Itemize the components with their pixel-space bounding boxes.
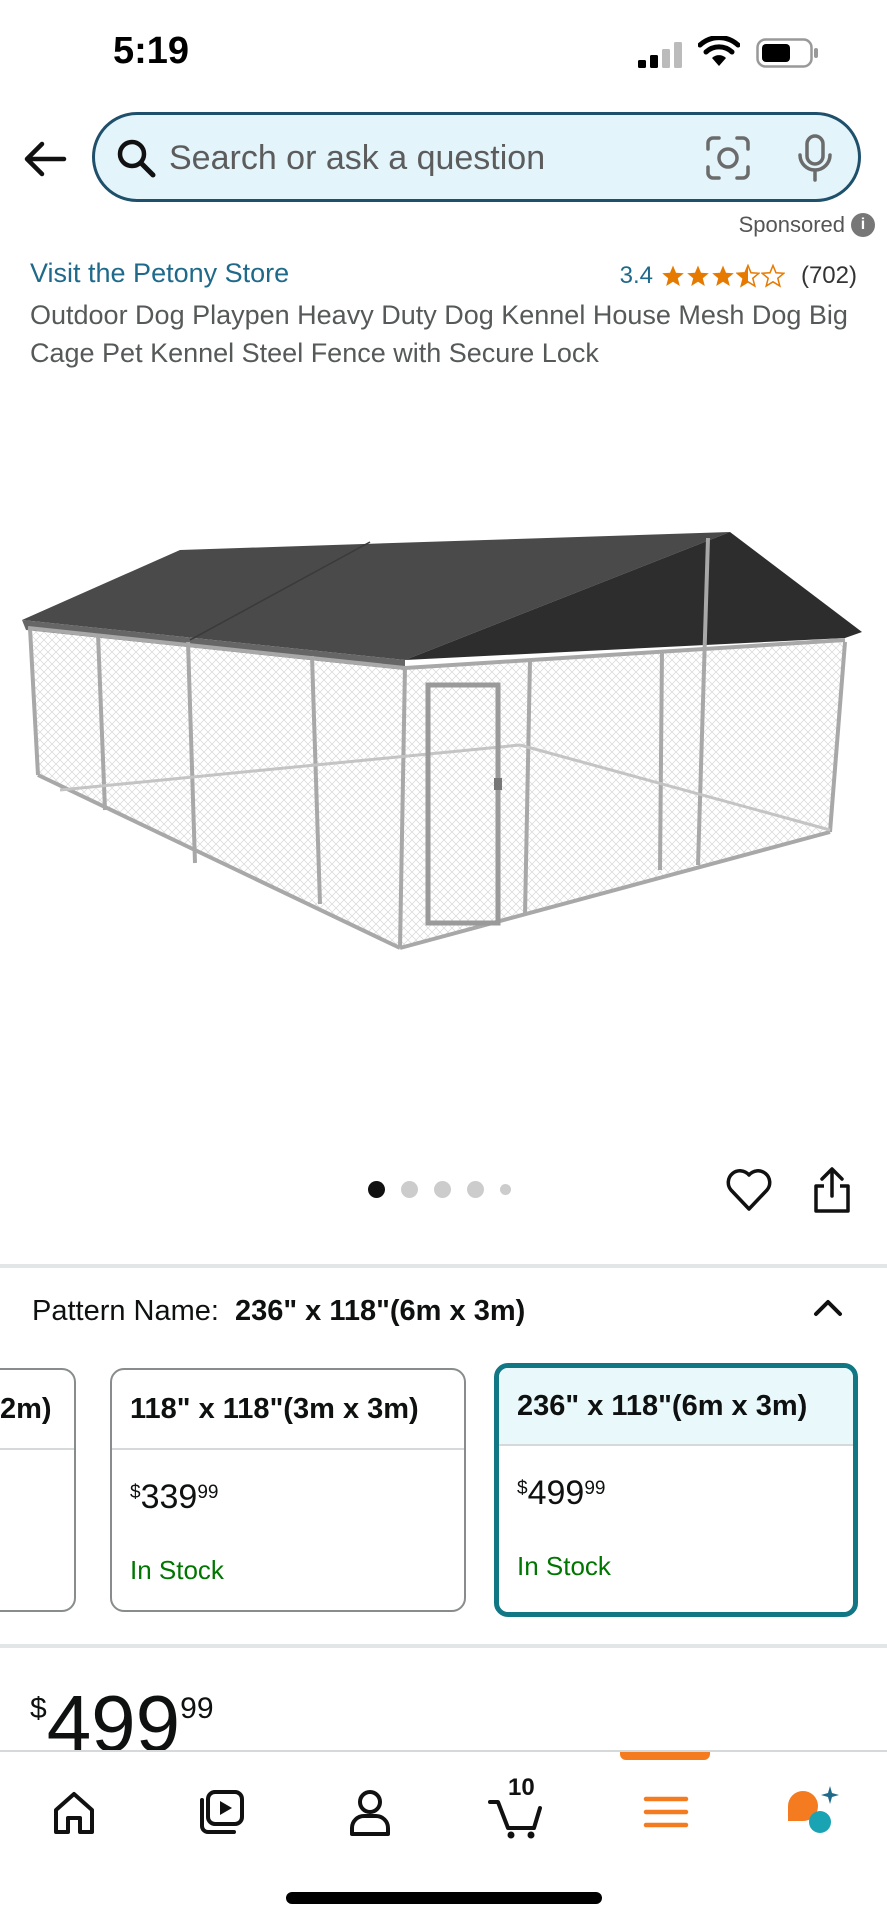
menu-hamburger-icon[interactable] (636, 1782, 696, 1842)
inspire-video-icon[interactable] (192, 1782, 252, 1842)
product-image[interactable] (20, 520, 870, 960)
variant-option-card[interactable]: 2m) (0, 1368, 76, 1612)
review-count: (702) (800, 262, 857, 289)
sponsored-label[interactable]: Sponsored i (739, 212, 875, 238)
microphone-icon[interactable] (795, 133, 835, 183)
signal-icon (638, 42, 682, 68)
carousel-dot[interactable] (467, 1181, 484, 1198)
carousel-dot[interactable] (368, 1181, 385, 1198)
search-bar[interactable] (92, 112, 861, 202)
rating-summary[interactable]: 3.4 (702) (620, 262, 857, 290)
price-dollars: 339 (140, 1478, 198, 1516)
price-cents: 99 (584, 1478, 606, 1499)
home-icon[interactable] (44, 1782, 104, 1842)
rating-number: 3.4 (619, 262, 653, 289)
search-icon (117, 139, 156, 178)
share-icon[interactable] (812, 1166, 852, 1214)
camera-lens-icon[interactable] (705, 135, 751, 181)
variant-option-card-selected[interactable]: 236" x 118"(6m x 3m) $499 99 In Stock (494, 1363, 858, 1617)
rufus-ai-assistant-icon[interactable] (782, 1782, 842, 1842)
account-icon[interactable] (340, 1782, 400, 1842)
price-symbol: $ (517, 1478, 528, 1499)
price-symbol: $ (130, 1482, 141, 1503)
search-input[interactable] (169, 133, 629, 183)
chevron-up-icon[interactable] (810, 1290, 846, 1326)
variant-stock-status: In Stock (517, 1551, 611, 1581)
section-divider (0, 1644, 887, 1648)
variant-option-card[interactable]: 118" x 118"(3m x 3m) $339 99 In Stock (110, 1368, 466, 1612)
cart-count-badge: 10 (508, 1774, 535, 1801)
battery-icon (756, 38, 818, 68)
store-link[interactable]: Visit the Petony Store (30, 258, 289, 289)
info-icon: i (851, 213, 875, 237)
variant-option-price: $339 99 (112, 1478, 464, 1517)
section-divider (0, 1264, 887, 1268)
back-arrow-icon[interactable] (20, 134, 70, 184)
star-half-icon (735, 264, 760, 288)
price-cents: 99 (180, 1692, 214, 1725)
wifi-icon (698, 36, 740, 66)
variant-option-name: 118" x 118"(3m x 3m) (112, 1370, 464, 1450)
status-bar: 5:19 (0, 0, 887, 100)
variant-option-name: 2m) (0, 1370, 74, 1450)
status-time: 5:19 (113, 30, 190, 72)
price-symbol: $ (30, 1692, 47, 1725)
carousel-dot[interactable] (401, 1181, 418, 1198)
variant-option-price: $499 99 (499, 1474, 853, 1513)
star-full-icon (712, 265, 734, 286)
variant-stock-status: In Stock (130, 1555, 224, 1585)
sponsored-text: Sponsored (738, 212, 845, 237)
variant-option-name: 236" x 118"(6m x 3m) (499, 1368, 853, 1446)
pattern-name-label: Pattern Name: (32, 1295, 219, 1327)
image-carousel-dots[interactable] (368, 1181, 511, 1198)
pattern-selected-value: 236" x 118"(6m x 3m) (234, 1295, 526, 1327)
price-cents: 99 (197, 1482, 219, 1503)
pattern-name-row: Pattern Name: 236" x 118"(6m x 3m) (32, 1295, 525, 1328)
price-dollars: 499 (527, 1474, 585, 1512)
product-title: Outdoor Dog Playpen Heavy Duty Dog Kenne… (30, 300, 848, 368)
star-empty-icon (760, 264, 785, 288)
star-full-icon (687, 265, 709, 286)
star-rating (661, 264, 785, 288)
heart-icon[interactable] (726, 1168, 772, 1212)
star-full-icon (662, 265, 684, 286)
carousel-dot[interactable] (500, 1184, 511, 1195)
carousel-dot[interactable] (434, 1181, 451, 1198)
active-tab-indicator (620, 1752, 710, 1760)
home-indicator-bar[interactable] (286, 1892, 602, 1904)
